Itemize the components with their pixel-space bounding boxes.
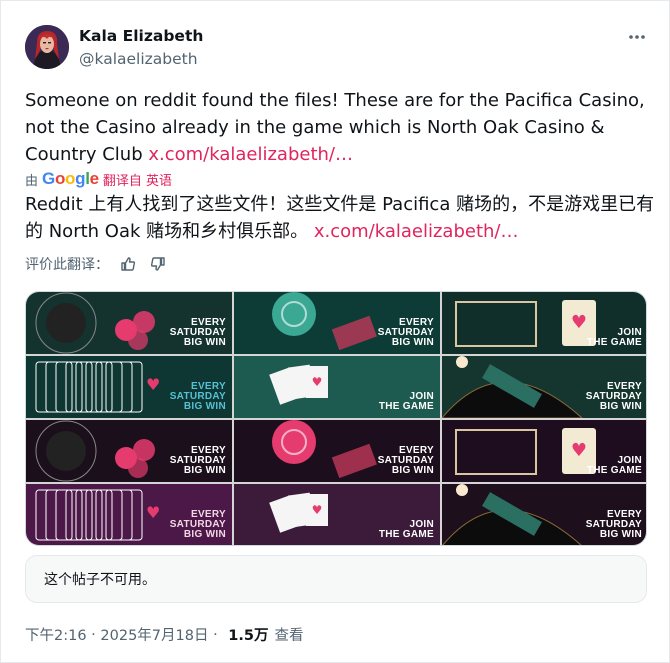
- translated-link[interactable]: x.com/kalaelizabeth/…: [314, 221, 519, 242]
- media-tile: EVERY SATURDAY BIG WIN: [26, 420, 232, 482]
- media-tile-caption: EVERY SATURDAY BIG WIN: [169, 445, 226, 476]
- translated-by-prefix: 由: [25, 173, 39, 189]
- media-tile-caption: JOIN THE GAME: [586, 455, 642, 476]
- media-tile-caption: EVERY SATURDAY BIG WIN: [585, 509, 642, 540]
- svg-text:♥: ♥: [146, 503, 160, 522]
- svg-text:♥: ♥: [146, 375, 160, 394]
- post-card: Kala Elizabeth @kalaelizabeth Someone on…: [0, 0, 670, 663]
- google-logo: Google: [42, 169, 99, 188]
- media-tile: EVERY SATURDAY BIG WIN: [234, 292, 440, 354]
- translated-from-link[interactable]: 翻译自 英语: [103, 170, 172, 189]
- unavailable-post-text: 这个帖子不可用。: [44, 572, 156, 588]
- author-name[interactable]: Kala Elizabeth: [79, 27, 203, 45]
- media-tile: EVERY SATURDAY BIG WIN: [26, 292, 232, 354]
- media-tile: EVERY SATURDAY BIG WIN: [234, 420, 440, 482]
- thumbs-down-icon: [150, 257, 165, 271]
- avatar[interactable]: [25, 25, 69, 69]
- tweet-link[interactable]: x.com/kalaelizabeth/…: [148, 144, 353, 165]
- media-tile-caption: EVERY SATURDAY BIG WIN: [169, 509, 226, 540]
- translated-by: 由 Google 翻译自 英语: [25, 169, 172, 189]
- rate-translation-label: 评价此翻译：: [25, 257, 109, 273]
- post-time[interactable]: 下午2:16: [25, 624, 87, 645]
- media-tile-caption: EVERY SATURDAY BIG WIN: [377, 445, 434, 476]
- meta-separator: ·: [86, 626, 101, 643]
- media-tile: ♥ JOIN THE GAME: [234, 356, 440, 418]
- media-tile: ♥ EVERY SATURDAY BIG WIN: [26, 484, 232, 545]
- media-tile: ♥ EVERY SATURDAY BIG WIN: [26, 356, 232, 418]
- media-tile-caption: JOIN THE GAME: [586, 327, 642, 348]
- tweet-text: Someone on reddit found the files! These…: [25, 87, 655, 168]
- media-tile: ♥ JOIN THE GAME: [234, 484, 440, 545]
- view-count-label: 查看: [274, 628, 304, 644]
- media-tile: ♥ JOIN THE GAME: [442, 292, 646, 354]
- svg-text:♥: ♥: [571, 312, 587, 333]
- svg-text:♥: ♥: [571, 440, 587, 461]
- meta-separator-2: ·: [208, 626, 223, 643]
- more-options-button[interactable]: [623, 27, 651, 47]
- view-count: 1.5万: [228, 628, 269, 644]
- translated-text: Reddit 上有人找到了这些文件！这些文件是 Pacifica 赌场的，不是游…: [25, 191, 655, 245]
- post-meta: 下午2:16 · 2025年7月18日 · 1.5万 查看: [25, 624, 303, 645]
- media-tile: ♥ JOIN THE GAME: [442, 420, 646, 482]
- post-date[interactable]: 2025年7月18日: [100, 624, 208, 645]
- media-tile-caption: EVERY SATURDAY BIG WIN: [585, 381, 642, 412]
- media-tile-caption: JOIN THE GAME: [378, 519, 434, 540]
- media-image[interactable]: EVERY SATURDAY BIG WIN EVERY SATURDAY BI…: [25, 291, 647, 546]
- thumbs-up-button[interactable]: [117, 253, 139, 275]
- media-tile-caption: JOIN THE GAME: [378, 391, 434, 412]
- thumbs-up-icon: [121, 257, 136, 271]
- media-tile-caption: EVERY SATURDAY BIG WIN: [169, 381, 226, 412]
- media-tile-caption: EVERY SATURDAY BIG WIN: [377, 317, 434, 348]
- unavailable-post-notice: 这个帖子不可用。: [25, 555, 647, 603]
- svg-text:♥: ♥: [312, 375, 323, 389]
- rate-translation: 评价此翻译：: [25, 253, 169, 275]
- svg-text:♥: ♥: [312, 503, 323, 517]
- more-icon: [629, 35, 645, 39]
- media-tile-caption: EVERY SATURDAY BIG WIN: [169, 317, 226, 348]
- media-grid: EVERY SATURDAY BIG WIN EVERY SATURDAY BI…: [26, 292, 646, 545]
- author-handle[interactable]: @kalaelizabeth: [79, 50, 198, 68]
- media-tile: EVERY SATURDAY BIG WIN: [442, 356, 646, 418]
- thumbs-down-button[interactable]: [147, 253, 169, 275]
- media-tile: EVERY SATURDAY BIG WIN: [442, 484, 646, 545]
